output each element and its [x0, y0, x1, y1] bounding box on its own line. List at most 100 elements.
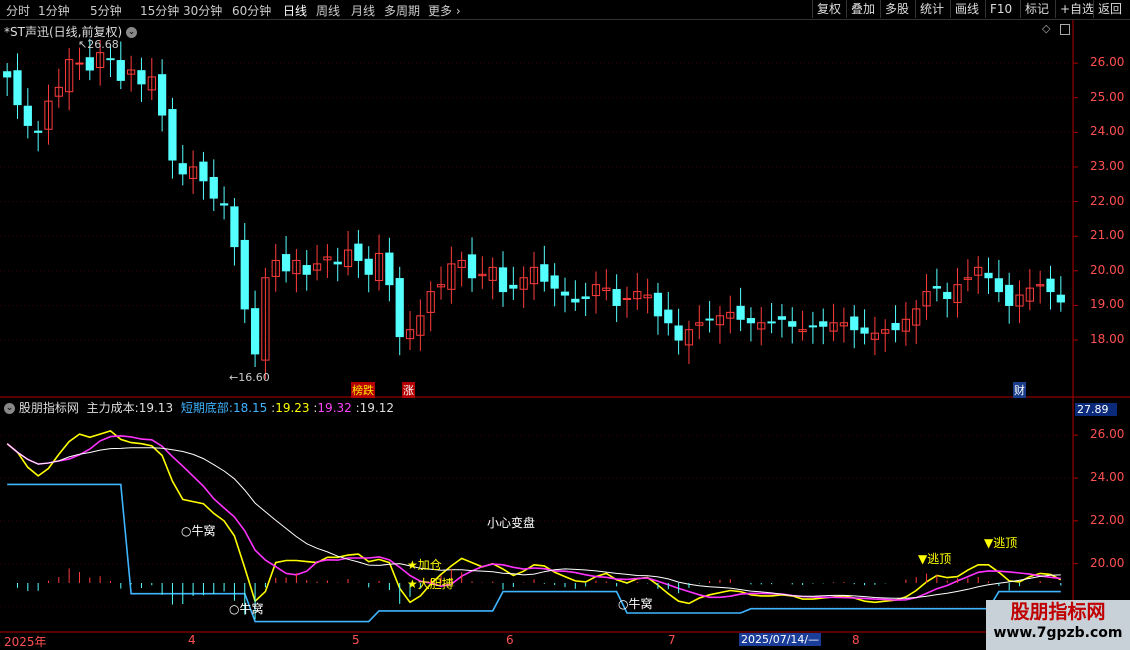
- candle-body: [891, 322, 900, 331]
- cursor-date-label: 2025/07/14/—: [739, 633, 822, 646]
- signal-label: ★大胆搏: [407, 577, 454, 591]
- event-tag-bangdie[interactable]: 榜跌: [351, 382, 375, 398]
- candle-body: [736, 305, 745, 320]
- high-arrow-icon: ↖: [78, 38, 88, 51]
- candle-body: [209, 177, 218, 199]
- indicator-header: ⌄ 股朋指标网 主力成本:19.13 短期底部:18.15 :19.23 :19…: [4, 401, 395, 415]
- candle-body: [705, 318, 714, 321]
- low-arrow-icon: ←: [229, 371, 239, 384]
- price-tick-label: 24.00: [1090, 124, 1125, 139]
- candle-body: [219, 203, 229, 206]
- indicator-value-3: 19.32: [317, 401, 352, 415]
- price-tick-label: 20.00: [1090, 262, 1125, 277]
- signal-label: ★加仓: [407, 558, 442, 572]
- candle-body: [1005, 284, 1014, 306]
- time-label: 6: [506, 633, 514, 647]
- candle-body: [3, 71, 12, 78]
- price-tick-label: 21.00: [1090, 228, 1125, 243]
- short-bottom-label: 短期底部:: [180, 401, 233, 415]
- candle-body: [240, 239, 249, 310]
- candle-body: [1046, 278, 1055, 293]
- candle-body: [994, 278, 1003, 293]
- candle-body: [943, 291, 952, 300]
- candle-body: [860, 327, 869, 334]
- candle-body: [395, 278, 404, 338]
- candle-body: [581, 296, 590, 300]
- time-label: 2025年: [4, 635, 47, 649]
- price-tick-label: 18.00: [1090, 332, 1125, 347]
- indicator-dropdown-icon[interactable]: ⌄: [4, 403, 15, 414]
- indicator-value-4: 19.12: [359, 401, 395, 415]
- stock-chart[interactable]: [0, 0, 1130, 650]
- candle-body: [777, 316, 787, 320]
- candle-body: [932, 286, 941, 289]
- candle-body: [819, 321, 828, 327]
- candle-body: [137, 70, 146, 85]
- candle-body: [746, 318, 756, 324]
- signal-label: 小心变盘: [487, 516, 536, 530]
- panel-controls: ◇: [1042, 22, 1070, 35]
- signal-label: ▼逃顶: [918, 552, 952, 566]
- signal-label: ▼逃顶: [984, 536, 1018, 550]
- indicator-tick-label: 22.00: [1090, 512, 1125, 527]
- event-tag-cai[interactable]: 财: [1013, 382, 1026, 398]
- watermark-cn: 股朋指标网: [1010, 601, 1106, 623]
- candle-body: [1056, 294, 1065, 303]
- candle-body: [385, 252, 394, 286]
- price-tick-label: 25.00: [1090, 89, 1125, 104]
- candle-body: [653, 292, 663, 317]
- low-label: ←16.60: [229, 371, 270, 384]
- candle-body: [550, 275, 559, 289]
- candle-body: [664, 309, 673, 324]
- candle-body: [281, 254, 291, 272]
- candle-body: [622, 298, 632, 301]
- candle-body: [467, 254, 477, 279]
- candle-body: [808, 325, 818, 328]
- time-label: 7: [668, 633, 676, 647]
- candle-body: [364, 258, 373, 275]
- candle-body: [984, 272, 993, 279]
- signal-label: ○牛窝: [181, 524, 216, 538]
- high-value: 26.68: [87, 38, 119, 51]
- candle-body: [571, 298, 580, 303]
- candle-body: [13, 70, 22, 106]
- indicator-tick-label: 24.00: [1090, 470, 1125, 484]
- price-tick-label: 23.00: [1090, 158, 1125, 173]
- candle-body: [199, 161, 208, 182]
- candle-body: [85, 57, 94, 71]
- candle-body: [23, 105, 32, 126]
- price-tick-label: 22.00: [1090, 193, 1125, 208]
- high-label: ↖26.68: [78, 38, 119, 51]
- price-tick-label: 26.00: [1090, 55, 1125, 70]
- candle-body: [333, 261, 342, 265]
- candle-body: [178, 163, 187, 175]
- candle-body: [75, 62, 84, 65]
- time-label: 8: [852, 633, 860, 647]
- diamond-icon[interactable]: ◇: [1042, 22, 1050, 35]
- watermark: 股朋指标网 www.7gpzb.com: [986, 600, 1130, 650]
- candle-body: [230, 206, 239, 248]
- signal-label: ○牛窝: [618, 597, 653, 611]
- candle-body: [168, 109, 177, 161]
- title-dropdown-icon[interactable]: ⌄: [125, 27, 137, 38]
- indicator-axis-top: 27.89: [1075, 403, 1117, 416]
- indicator-value-2: 19.23: [275, 401, 310, 415]
- candle-body: [850, 316, 859, 331]
- candle-body: [509, 284, 518, 289]
- candle-body: [767, 321, 776, 324]
- main-cost-value: 19.13: [138, 401, 174, 415]
- time-label: 5: [352, 633, 360, 647]
- indicator-tick-label: 20.00: [1090, 555, 1125, 570]
- low-value: 16.60: [238, 371, 270, 384]
- candle-body: [34, 130, 43, 133]
- price-tick-label: 19.00: [1090, 297, 1125, 312]
- time-label: 4: [188, 633, 196, 647]
- event-tag-zhang[interactable]: 涨: [402, 382, 415, 398]
- candle-body: [612, 289, 621, 306]
- square-icon[interactable]: [1059, 23, 1070, 35]
- candle-body: [302, 265, 311, 275]
- candle-body: [106, 58, 115, 61]
- candle-body: [788, 321, 797, 327]
- indicator-name: 股朋指标网: [18, 401, 79, 415]
- candle-body: [560, 291, 570, 296]
